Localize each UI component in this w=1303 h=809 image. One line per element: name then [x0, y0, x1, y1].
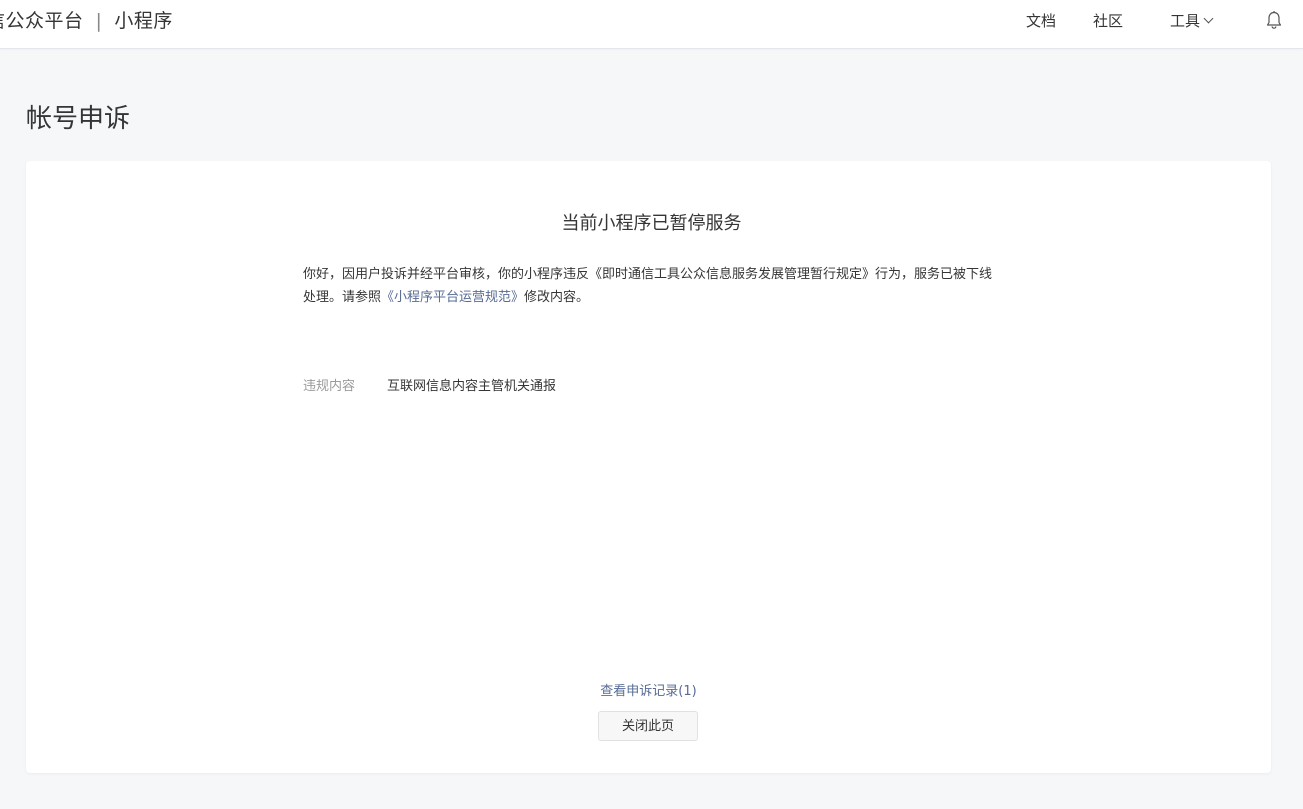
brand-product-name: 小程序 — [114, 10, 173, 32]
violation-value: 互联网信息内容主管机关通报 — [387, 379, 557, 394]
nav-tools-dropdown[interactable]: 工具 — [1170, 10, 1214, 31]
brand-separator: | — [95, 10, 103, 32]
nav-docs-link[interactable]: 文档 — [1026, 10, 1056, 31]
notice-suffix: 修改内容。 — [524, 290, 590, 305]
violation-label: 违规内容 — [303, 379, 356, 394]
service-status-title: 当前小程序已暂停服务 — [561, 213, 742, 234]
appeal-records-link[interactable]: 查看申诉记录(1) — [26, 680, 1271, 699]
close-page-button[interactable]: 关闭此页 — [598, 711, 698, 741]
brand[interactable]: 信公众平台 | 小程序 — [0, 6, 173, 33]
suspension-notice: 你好，因用户投诉并经平台审核，你的小程序违反《即时通信工具公众信息服务发展管理暂… — [303, 263, 1003, 309]
chevron-down-icon — [1203, 13, 1214, 24]
appeal-card: 当前小程序已暂停服务 你好，因用户投诉并经平台审核，你的小程序违反《即时通信工具… — [26, 161, 1271, 773]
nav-community-link[interactable]: 社区 — [1093, 10, 1123, 31]
page-title: 帐号申诉 — [26, 104, 131, 134]
brand-platform-name: 信公众平台 — [0, 10, 84, 32]
nav-tools-label: 工具 — [1170, 12, 1201, 30]
operation-rules-link[interactable]: 《小程序平台运营规范》 — [381, 290, 524, 305]
bell-icon[interactable] — [1265, 10, 1283, 30]
top-bar: 信公众平台 | 小程序 文档 社区 工具 — [0, 0, 1303, 49]
